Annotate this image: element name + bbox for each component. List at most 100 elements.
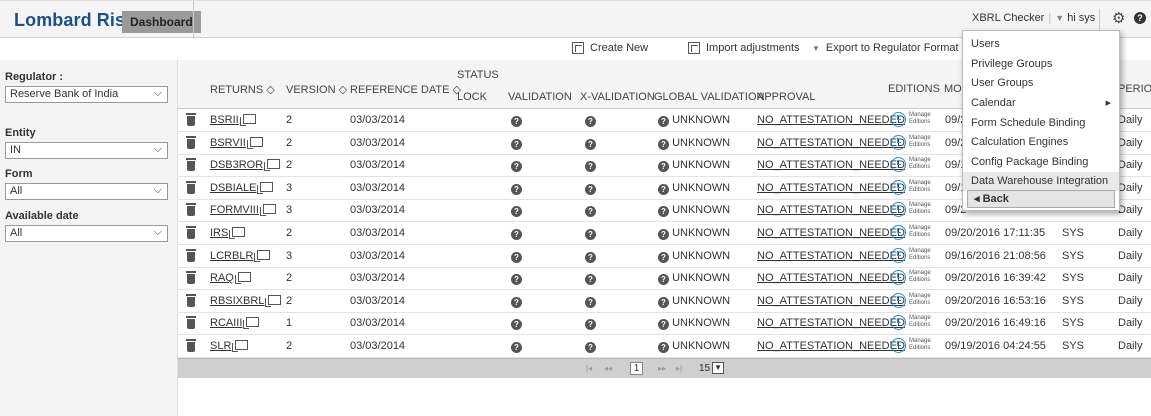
help-icon[interactable]: ? [511, 251, 522, 263]
create-new-button[interactable]: Create New [572, 42, 648, 54]
copy-icon[interactable] [232, 340, 249, 352]
manage-editions-link[interactable]: Manage Editions [909, 202, 931, 216]
return-link[interactable]: LCRBLR [210, 250, 253, 262]
help-icon[interactable]: ? [585, 251, 596, 263]
col-returns[interactable]: RETURNS ◇ [210, 83, 275, 96]
copy-icon[interactable] [246, 136, 263, 149]
help-icon[interactable]: ? [658, 251, 669, 263]
help-icon[interactable]: ? [658, 342, 669, 353]
trash-icon[interactable] [186, 226, 196, 239]
help-icon[interactable]: ? [658, 161, 669, 173]
menu-item[interactable]: Form Schedule Binding [963, 114, 1119, 133]
copy-icon[interactable] [239, 114, 256, 126]
menu-item[interactable]: Privilege Groups [963, 55, 1119, 74]
import-adjustments-button[interactable]: Import adjustments [688, 42, 800, 54]
approval-link[interactable]: NO_ATTESTATION_NEEDED [757, 159, 905, 171]
help-icon[interactable]: ? [585, 342, 596, 353]
help-icon[interactable]: ? [511, 274, 522, 286]
table-row[interactable]: RBSIXBRL 2 03/03/2014??? UNKNOWN NO_ATTESTA… [178, 290, 1151, 313]
trash-icon[interactable] [186, 316, 196, 330]
clock-icon[interactable] [891, 338, 906, 353]
page-size-select[interactable]: 15 ▼ [699, 362, 725, 374]
menu-item[interactable]: Calendar ▶ [963, 94, 1119, 113]
table-row[interactable]: RAQ 2 03/03/2014??? UNKNOWN NO_ATTESTATION_… [178, 267, 1151, 291]
copy-icon[interactable] [229, 227, 246, 239]
help-icon[interactable]: ? [658, 229, 669, 240]
help-icon[interactable]: ? [658, 296, 669, 308]
trash-icon[interactable] [186, 158, 196, 172]
copy-icon[interactable] [254, 249, 271, 262]
clock-icon[interactable] [891, 134, 906, 150]
copy-icon[interactable] [243, 317, 260, 330]
help-icon[interactable]: ? [511, 183, 522, 195]
return-link[interactable]: RCAIII [210, 317, 242, 329]
manage-editions-link[interactable]: Manage Editions [909, 338, 931, 352]
manage-editions-link[interactable]: Manage Editions [909, 225, 931, 239]
help-icon[interactable]: ? [585, 319, 596, 331]
first-page-button[interactable]: |◂ [586, 364, 592, 373]
prev-page-button[interactable]: ◂◂ [604, 364, 612, 373]
trash-icon[interactable] [186, 203, 196, 217]
gear-icon[interactable]: ⚙ [1112, 9, 1125, 27]
menu-item[interactable]: Data Warehouse Integration [963, 172, 1119, 191]
manage-editions-link[interactable]: Manage Editions [909, 112, 931, 126]
return-link[interactable]: DSBIALE [210, 182, 256, 194]
approval-link[interactable]: NO_ATTESTATION_NEEDED [757, 137, 905, 149]
manage-editions-link[interactable]: Manage Editions [909, 157, 931, 171]
menu-item[interactable]: Calculation Engines [963, 133, 1119, 152]
last-page-button[interactable]: ▸| [676, 364, 682, 373]
help-icon[interactable]: ? [585, 116, 596, 127]
trash-icon[interactable] [186, 293, 196, 307]
clock-icon[interactable] [891, 292, 906, 308]
next-page-button[interactable]: ▸▸ [658, 364, 666, 373]
copy-icon[interactable] [234, 272, 251, 285]
trash-icon[interactable] [186, 271, 196, 285]
form-select[interactable]: All ⌵ [5, 183, 168, 200]
approval-link[interactable]: NO_ATTESTATION_NEEDED [757, 182, 905, 194]
clock-icon[interactable] [891, 112, 906, 127]
help-icon[interactable]: ? [658, 274, 669, 286]
trash-icon[interactable] [186, 248, 196, 262]
return-link[interactable]: BSRII [210, 114, 239, 126]
available-date-select[interactable]: All ⌵ [5, 225, 168, 242]
clock-icon[interactable] [891, 247, 906, 263]
user-menu[interactable]: XBRL Checker | ▼ hi sys [972, 12, 1095, 24]
manage-editions-link[interactable]: Manage Editions [909, 180, 931, 194]
col-reference-date[interactable]: REFERENCE DATE ◇ [350, 83, 461, 96]
help-icon[interactable]: ? [511, 296, 522, 308]
copy-icon[interactable] [257, 181, 274, 194]
help-icon[interactable]: ? [658, 138, 669, 150]
help-icon[interactable]: ? [585, 206, 596, 218]
help-icon[interactable]: ? [511, 138, 522, 150]
return-link[interactable]: RAQ [210, 272, 234, 284]
help-icon[interactable]: ? [511, 229, 522, 240]
manage-editions-link[interactable]: Manage Editions [909, 293, 931, 307]
menu-item[interactable]: Config Package Binding [963, 153, 1119, 172]
manage-editions-link[interactable]: Manage Editions [909, 315, 931, 329]
manage-editions-link[interactable]: Manage Editions [909, 248, 931, 262]
copy-icon[interactable] [259, 204, 276, 217]
help-icon[interactable]: ? [511, 342, 522, 353]
help-icon[interactable]: ? [511, 206, 522, 218]
table-row[interactable]: SLR 2 03/03/2014??? UNKNOWN NO_ATTESTATION_… [178, 335, 1151, 358]
copy-icon[interactable] [265, 294, 282, 307]
approval-link[interactable]: NO_ATTESTATION_NEEDED [757, 340, 905, 352]
entity-select[interactable]: IN ⌵ [5, 142, 168, 159]
help-icon[interactable]: ? [585, 229, 596, 240]
table-row[interactable]: IRS 2 03/03/2014??? UNKNOWN NO_ATTESTATION_… [178, 222, 1151, 245]
clock-icon[interactable] [891, 179, 906, 195]
trash-icon[interactable] [186, 135, 196, 149]
return-link[interactable]: FORMVIII [210, 204, 259, 216]
help-icon[interactable]: ? [585, 274, 596, 286]
return-link[interactable]: SLR [210, 340, 231, 352]
dashboard-button[interactable]: Dashboard [122, 11, 201, 33]
help-icon[interactable]: ? [511, 116, 522, 127]
return-link[interactable]: IRS [210, 227, 228, 239]
help-icon[interactable]: ? [658, 319, 669, 331]
menu-item[interactable]: User Groups [963, 74, 1119, 93]
current-page[interactable]: 1 [630, 362, 643, 375]
export-button[interactable]: ▼ Export to Regulator Format [812, 42, 959, 54]
trash-icon[interactable] [186, 180, 196, 194]
table-row[interactable]: RCAIII 1 03/03/2014??? UNKNOWN NO_ATTESTATI… [178, 312, 1151, 336]
manage-editions-link[interactable]: Manage Editions [909, 270, 931, 284]
